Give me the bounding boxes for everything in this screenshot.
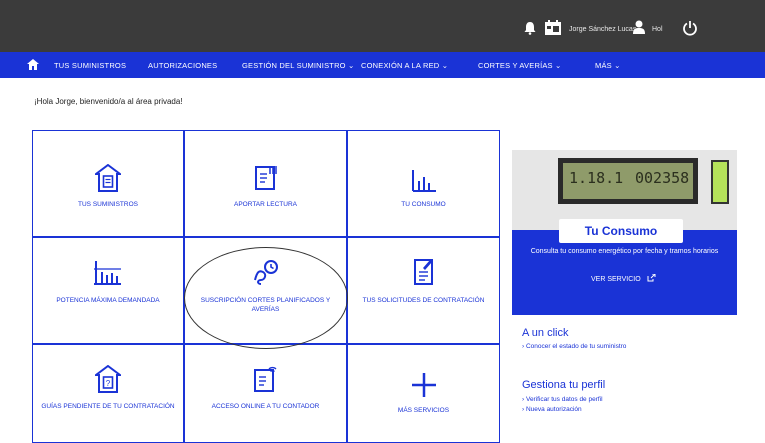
profile-link-verify[interactable]: › Verificar tus datos de perfil — [522, 396, 603, 403]
power-icon[interactable] — [682, 20, 698, 36]
ver-servicio-label: VER SERVICIO — [591, 276, 641, 283]
meter-display-value: 002358 — [635, 169, 690, 187]
tile-label: APORTAR LECTURA — [234, 201, 297, 208]
tile-acceso-contador[interactable]: ACCESO ONLINE A TU CONTADOR — [184, 344, 347, 443]
tile-label: POTENCIA MÁXIMA DEMANDADA — [56, 297, 160, 304]
user-icon[interactable] — [633, 19, 647, 35]
tile-label: GUÍAS PENDIENTE DE TU CONTRATACIÓN — [41, 403, 175, 410]
subscription-icon — [253, 260, 278, 285]
tile-tus-suministros[interactable]: TUS SUMINISTROS — [32, 130, 184, 237]
tile-aportar-lectura[interactable]: APORTAR LECTURA — [184, 130, 347, 237]
nav-item-conexion-red[interactable]: CONEXIÓN A LA RED ⌄ — [361, 61, 448, 70]
bar-chart-icon — [411, 170, 436, 192]
tile-potencia-maxima[interactable]: POTENCIA MÁXIMA DEMANDADA — [32, 237, 184, 344]
nav-item-autorizaciones[interactable]: AUTORIZACIONES — [148, 61, 217, 70]
house-pending-icon: ? — [95, 365, 121, 393]
tile-label: ACCESO ONLINE A TU CONTADOR — [211, 403, 320, 410]
tile-tu-consumo[interactable]: TU CONSUMO — [347, 130, 500, 237]
tile-label: TU CONSUMO — [401, 201, 446, 208]
meter-reading-icon — [254, 166, 277, 190]
meter-image: 1.18.1 002358 — [512, 150, 737, 230]
meter-indicator — [711, 160, 729, 204]
consumo-card: Tu Consumo Consulta tu consumo energétic… — [512, 219, 737, 315]
tile-guias-pendiente[interactable]: ? GUÍAS PENDIENTE DE TU CONTRATACIÓN — [32, 344, 184, 443]
user-name[interactable]: Jorge Sánchez Lucas — [569, 26, 636, 33]
one-click-title: A un click — [522, 327, 569, 339]
meter-display: 1.18.1 002358 — [558, 158, 698, 204]
consumo-description: Consulta tu consumo energético por fecha… — [530, 248, 719, 255]
tile-solicitudes-contratacion[interactable]: TUS SOLICITUDES DE CONTRATACIÓN — [347, 237, 500, 344]
welcome-message: ¡Hola Jorge, bienvenido/a al área privad… — [34, 97, 183, 106]
top-bar: Jorge Sánchez Lucas Hol — [0, 0, 765, 52]
nav-item-cortes-averias[interactable]: CORTES Y AVERÍAS ⌄ — [478, 61, 562, 70]
nav-item-gestion-suministro[interactable]: GESTIÓN DEL SUMINISTRO ⌄ — [242, 61, 354, 70]
document-edit-icon — [413, 259, 433, 285]
nav-item-mas[interactable]: MÁS ⌄ — [595, 61, 621, 70]
tile-mas-servicios[interactable]: MÁS SERVICIOS — [347, 344, 500, 443]
home-icon[interactable] — [27, 59, 39, 70]
tile-label: TUS SOLICITUDES DE CONTRATACIÓN — [362, 297, 485, 304]
power-chart-icon — [94, 261, 121, 285]
tile-label: SUSCRIPCIÓN CORTES PLANIFICADOS Y AVERÍA… — [200, 297, 331, 313]
tile-label: MÁS SERVICIOS — [397, 407, 450, 414]
consumo-title: Tu Consumo — [559, 219, 683, 243]
tile-label: TUS SUMINISTROS — [78, 201, 138, 208]
calendar-icon[interactable] — [544, 20, 562, 36]
bell-icon[interactable] — [523, 21, 537, 35]
user-label[interactable]: Hol — [652, 26, 663, 33]
meter-display-code: 1.18.1 — [569, 169, 624, 187]
one-click-link[interactable]: › Conocer el estado de tu suministro — [522, 343, 626, 350]
smart-meter-icon — [253, 366, 276, 392]
nav-item-tus-suministros[interactable]: TUS SUMINISTROS — [54, 61, 126, 70]
svg-text:?: ? — [106, 379, 111, 388]
house-document-icon — [95, 164, 121, 192]
profile-link-new-auth[interactable]: › Nueva autorización — [522, 406, 582, 413]
profile-title: Gestiona tu perfil — [522, 379, 606, 391]
main-nav: TUS SUMINISTROS AUTORIZACIONES GESTIÓN D… — [0, 52, 765, 78]
tile-suscripcion-cortes[interactable]: SUSCRIPCIÓN CORTES PLANIFICADOS Y AVERÍA… — [184, 237, 347, 344]
plus-icon — [411, 373, 436, 397]
ver-servicio-link[interactable]: VER SERVICIO — [591, 273, 656, 283]
external-link-icon — [647, 273, 656, 282]
